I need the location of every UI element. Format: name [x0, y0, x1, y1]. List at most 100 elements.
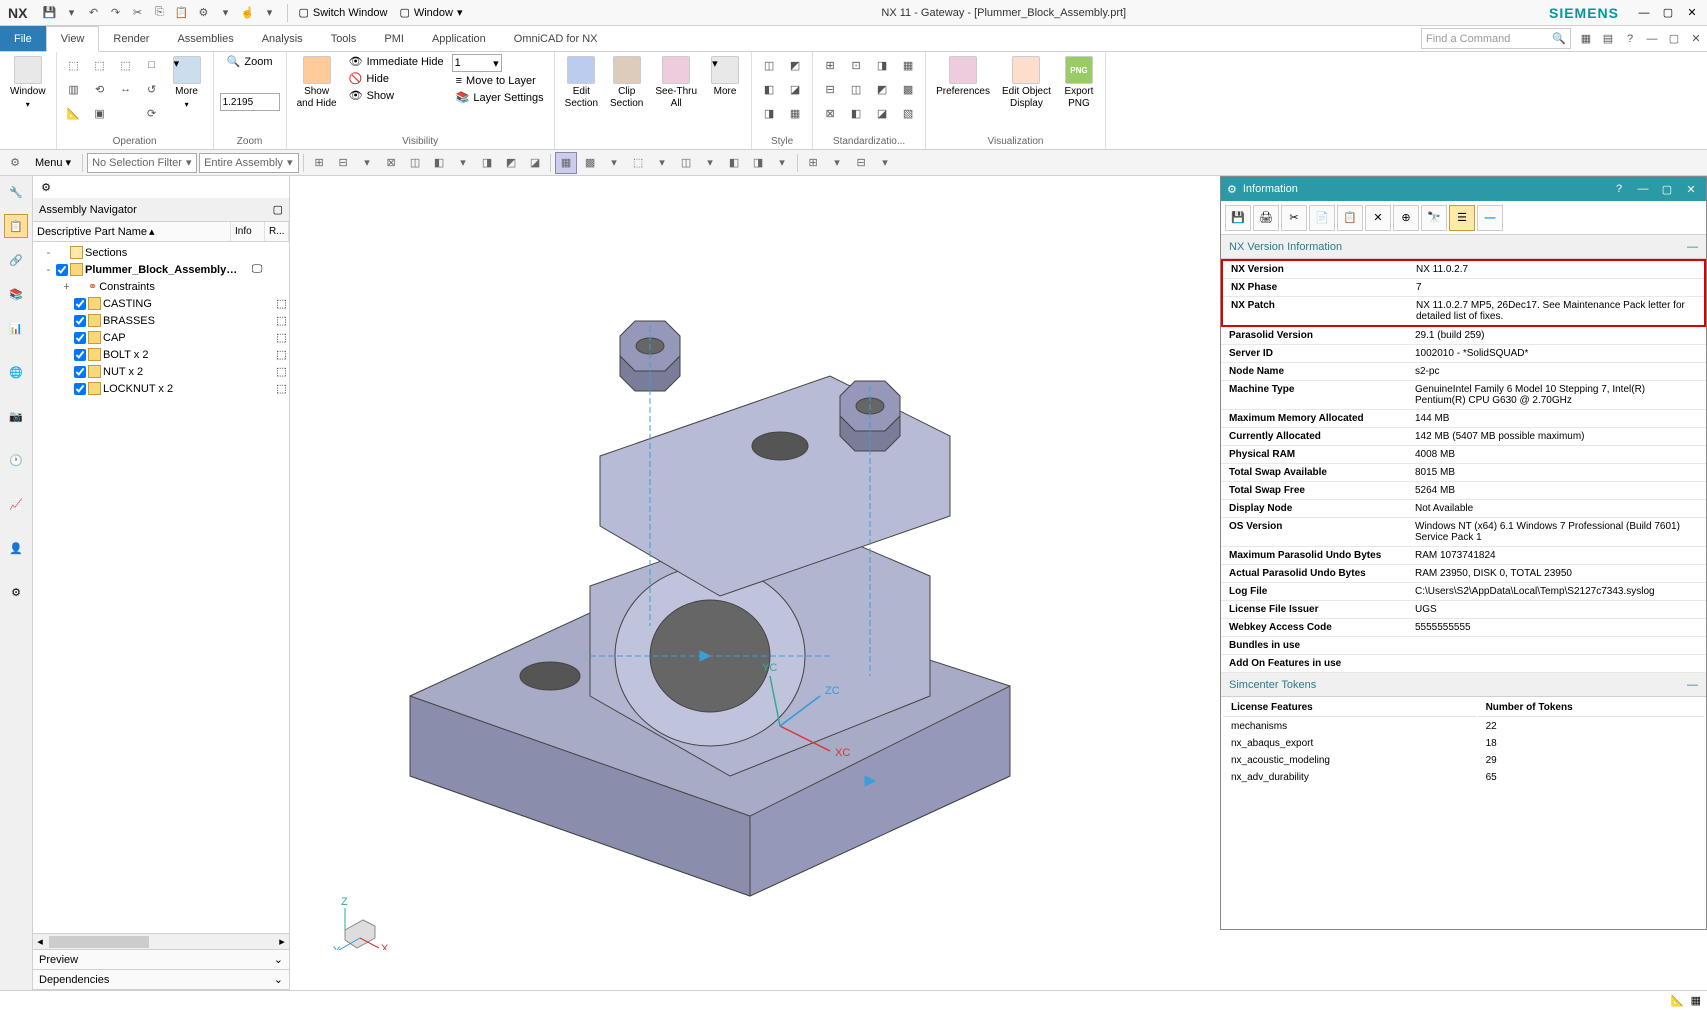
roles-icon[interactable]: 👤: [4, 536, 28, 560]
std-btn-1[interactable]: ⊞: [819, 54, 841, 76]
tab-render[interactable]: Render: [99, 26, 163, 51]
tree-checkbox[interactable]: [74, 332, 86, 344]
paste-icon[interactable]: 📋: [171, 3, 191, 23]
minimize-button[interactable]: —: [1633, 3, 1655, 23]
window-button[interactable]: Window ▾: [6, 54, 50, 111]
web-browser-icon[interactable]: 🌐: [4, 360, 28, 384]
dlg-minimize-button[interactable]: —: [1634, 183, 1652, 195]
cut-icon[interactable]: ✂: [1281, 205, 1307, 231]
part-navigator-icon[interactable]: 🔧: [4, 180, 28, 204]
copy-icon[interactable]: ⎘: [149, 3, 169, 23]
std-btn-9[interactable]: ◪: [871, 102, 893, 124]
tb-btn-10[interactable]: ◪: [524, 152, 546, 174]
edit-section-button[interactable]: Edit Section: [561, 54, 602, 112]
tab-omnicad[interactable]: OmniCAD for NX: [500, 26, 612, 51]
tb-btn-7[interactable]: ▾: [452, 152, 474, 174]
version-section-header[interactable]: NX Version Information —: [1221, 235, 1706, 259]
process-studio-icon[interactable]: ⚙: [4, 580, 28, 604]
doc-minimize-button[interactable]: —: [1641, 26, 1663, 51]
preview-section[interactable]: Preview⌄: [33, 950, 289, 970]
gear-icon[interactable]: ⚙: [4, 152, 26, 174]
tab-view[interactable]: View: [46, 26, 100, 52]
tb-btn-24[interactable]: ▾: [874, 152, 896, 174]
zoom-value-input[interactable]: [220, 93, 280, 111]
history-icon[interactable]: 📷: [4, 404, 28, 428]
paste-icon[interactable]: 📋: [1337, 205, 1363, 231]
op-btn-4[interactable]: ⬚: [89, 54, 111, 76]
tb-btn-4[interactable]: ⊠: [380, 152, 402, 174]
doc-close-button[interactable]: ✕: [1685, 26, 1707, 51]
tb-btn-2[interactable]: ⊟: [332, 152, 354, 174]
tb-btn-9[interactable]: ◩: [500, 152, 522, 174]
std-btn-11[interactable]: ▩: [897, 78, 919, 100]
op-btn-7[interactable]: ⬚: [115, 54, 137, 76]
minus-icon[interactable]: —: [1477, 205, 1503, 231]
tree-row[interactable]: NUT x 2 ⬚: [33, 363, 289, 380]
delete-icon[interactable]: ✕: [1365, 205, 1391, 231]
std-btn-10[interactable]: ▦: [897, 54, 919, 76]
tb-btn-13[interactable]: ▾: [603, 152, 625, 174]
tab-assemblies[interactable]: Assemblies: [163, 26, 247, 51]
std-btn-7[interactable]: ◨: [871, 54, 893, 76]
op-btn-2[interactable]: ▥: [63, 78, 85, 100]
window-dropdown[interactable]: ▢ Window ▾: [393, 6, 468, 19]
ribbon-btn1[interactable]: ▦: [1575, 26, 1597, 51]
tokens-section-header[interactable]: Simcenter Tokens —: [1221, 673, 1706, 697]
dropdown-icon[interactable]: ▾: [61, 3, 81, 23]
find-command-input[interactable]: Find a Command 🔍: [1421, 28, 1571, 49]
ribbon-btn2[interactable]: ▤: [1597, 26, 1619, 51]
redo-icon[interactable]: ↷: [105, 3, 125, 23]
copy-icon[interactable]: 📄: [1309, 205, 1335, 231]
dlg-maximize-button[interactable]: ▢: [1658, 183, 1676, 196]
scroll-right-icon[interactable]: ▸: [275, 935, 289, 948]
tab-application[interactable]: Application: [418, 26, 500, 51]
help-icon[interactable]: ?: [1610, 183, 1628, 195]
tree-row[interactable]: BOLT x 2 ⬚: [33, 346, 289, 363]
op-btn-10[interactable]: ↺: [141, 78, 163, 100]
tb-btn-3[interactable]: ▾: [356, 152, 378, 174]
tb-btn-1[interactable]: ⊞: [308, 152, 330, 174]
constraint-navigator-icon[interactable]: 🔗: [4, 248, 28, 272]
target-icon[interactable]: ⊕: [1393, 205, 1419, 231]
tb-btn-15[interactable]: ▾: [651, 152, 673, 174]
tb-btn-8[interactable]: ◨: [476, 152, 498, 174]
style-btn-4[interactable]: ◩: [784, 54, 806, 76]
qat-dropdown-icon[interactable]: ▾: [215, 3, 235, 23]
op-btn-6[interactable]: ▣: [89, 102, 111, 124]
undo-icon[interactable]: ↶: [83, 3, 103, 23]
tb-btn-11[interactable]: ▦: [555, 152, 577, 174]
dlg-close-button[interactable]: ✕: [1682, 183, 1700, 196]
style-btn-6[interactable]: ▦: [784, 102, 806, 124]
tree-checkbox[interactable]: [74, 298, 86, 310]
qat-dropdown2-icon[interactable]: ▾: [259, 3, 279, 23]
expand-icon[interactable]: -: [43, 264, 54, 276]
hd3d-tools-icon[interactable]: 📊: [4, 316, 28, 340]
op-btn-1[interactable]: ⬚: [63, 54, 85, 76]
refresh-icon[interactable]: ⟳: [141, 102, 163, 124]
tb-btn-18[interactable]: ◧: [723, 152, 745, 174]
std-btn-2[interactable]: ⊟: [819, 78, 841, 100]
tree-checkbox[interactable]: [74, 349, 86, 361]
tab-analysis[interactable]: Analysis: [248, 26, 317, 51]
pin-icon[interactable]: ▢: [273, 203, 283, 216]
menu-button[interactable]: Menu ▾: [28, 153, 78, 172]
save-info-icon[interactable]: 💾: [1225, 205, 1251, 231]
status-icon-2[interactable]: ▦: [1691, 994, 1701, 1007]
std-btn-8[interactable]: ◩: [871, 78, 893, 100]
style-btn-5[interactable]: ◪: [784, 78, 806, 100]
col-name[interactable]: Descriptive Part Name ▴: [33, 222, 231, 241]
tree-checkbox[interactable]: [56, 264, 68, 276]
dialog-titlebar[interactable]: ⚙ Information ? — ▢ ✕: [1221, 177, 1706, 201]
tree-row[interactable]: BRASSES ⬚: [33, 312, 289, 329]
more-button-2[interactable]: ▾More: [705, 54, 745, 100]
qat-btn[interactable]: ⚙: [193, 3, 213, 23]
dialog-body[interactable]: NX Version Information — NX VersionNX 11…: [1221, 235, 1706, 929]
scope-dropdown[interactable]: Entire Assembly▾: [199, 153, 299, 173]
tree-row[interactable]: + ⚭ Constraints: [33, 278, 289, 295]
show-and-hide-button[interactable]: Show and Hide: [293, 54, 341, 112]
expand-icon[interactable]: +: [61, 281, 72, 293]
style-btn-1[interactable]: ◫: [758, 54, 780, 76]
cut-icon[interactable]: ✂: [127, 3, 147, 23]
op-btn-3[interactable]: 📐: [63, 102, 85, 124]
maximize-button[interactable]: ▢: [1657, 3, 1679, 23]
